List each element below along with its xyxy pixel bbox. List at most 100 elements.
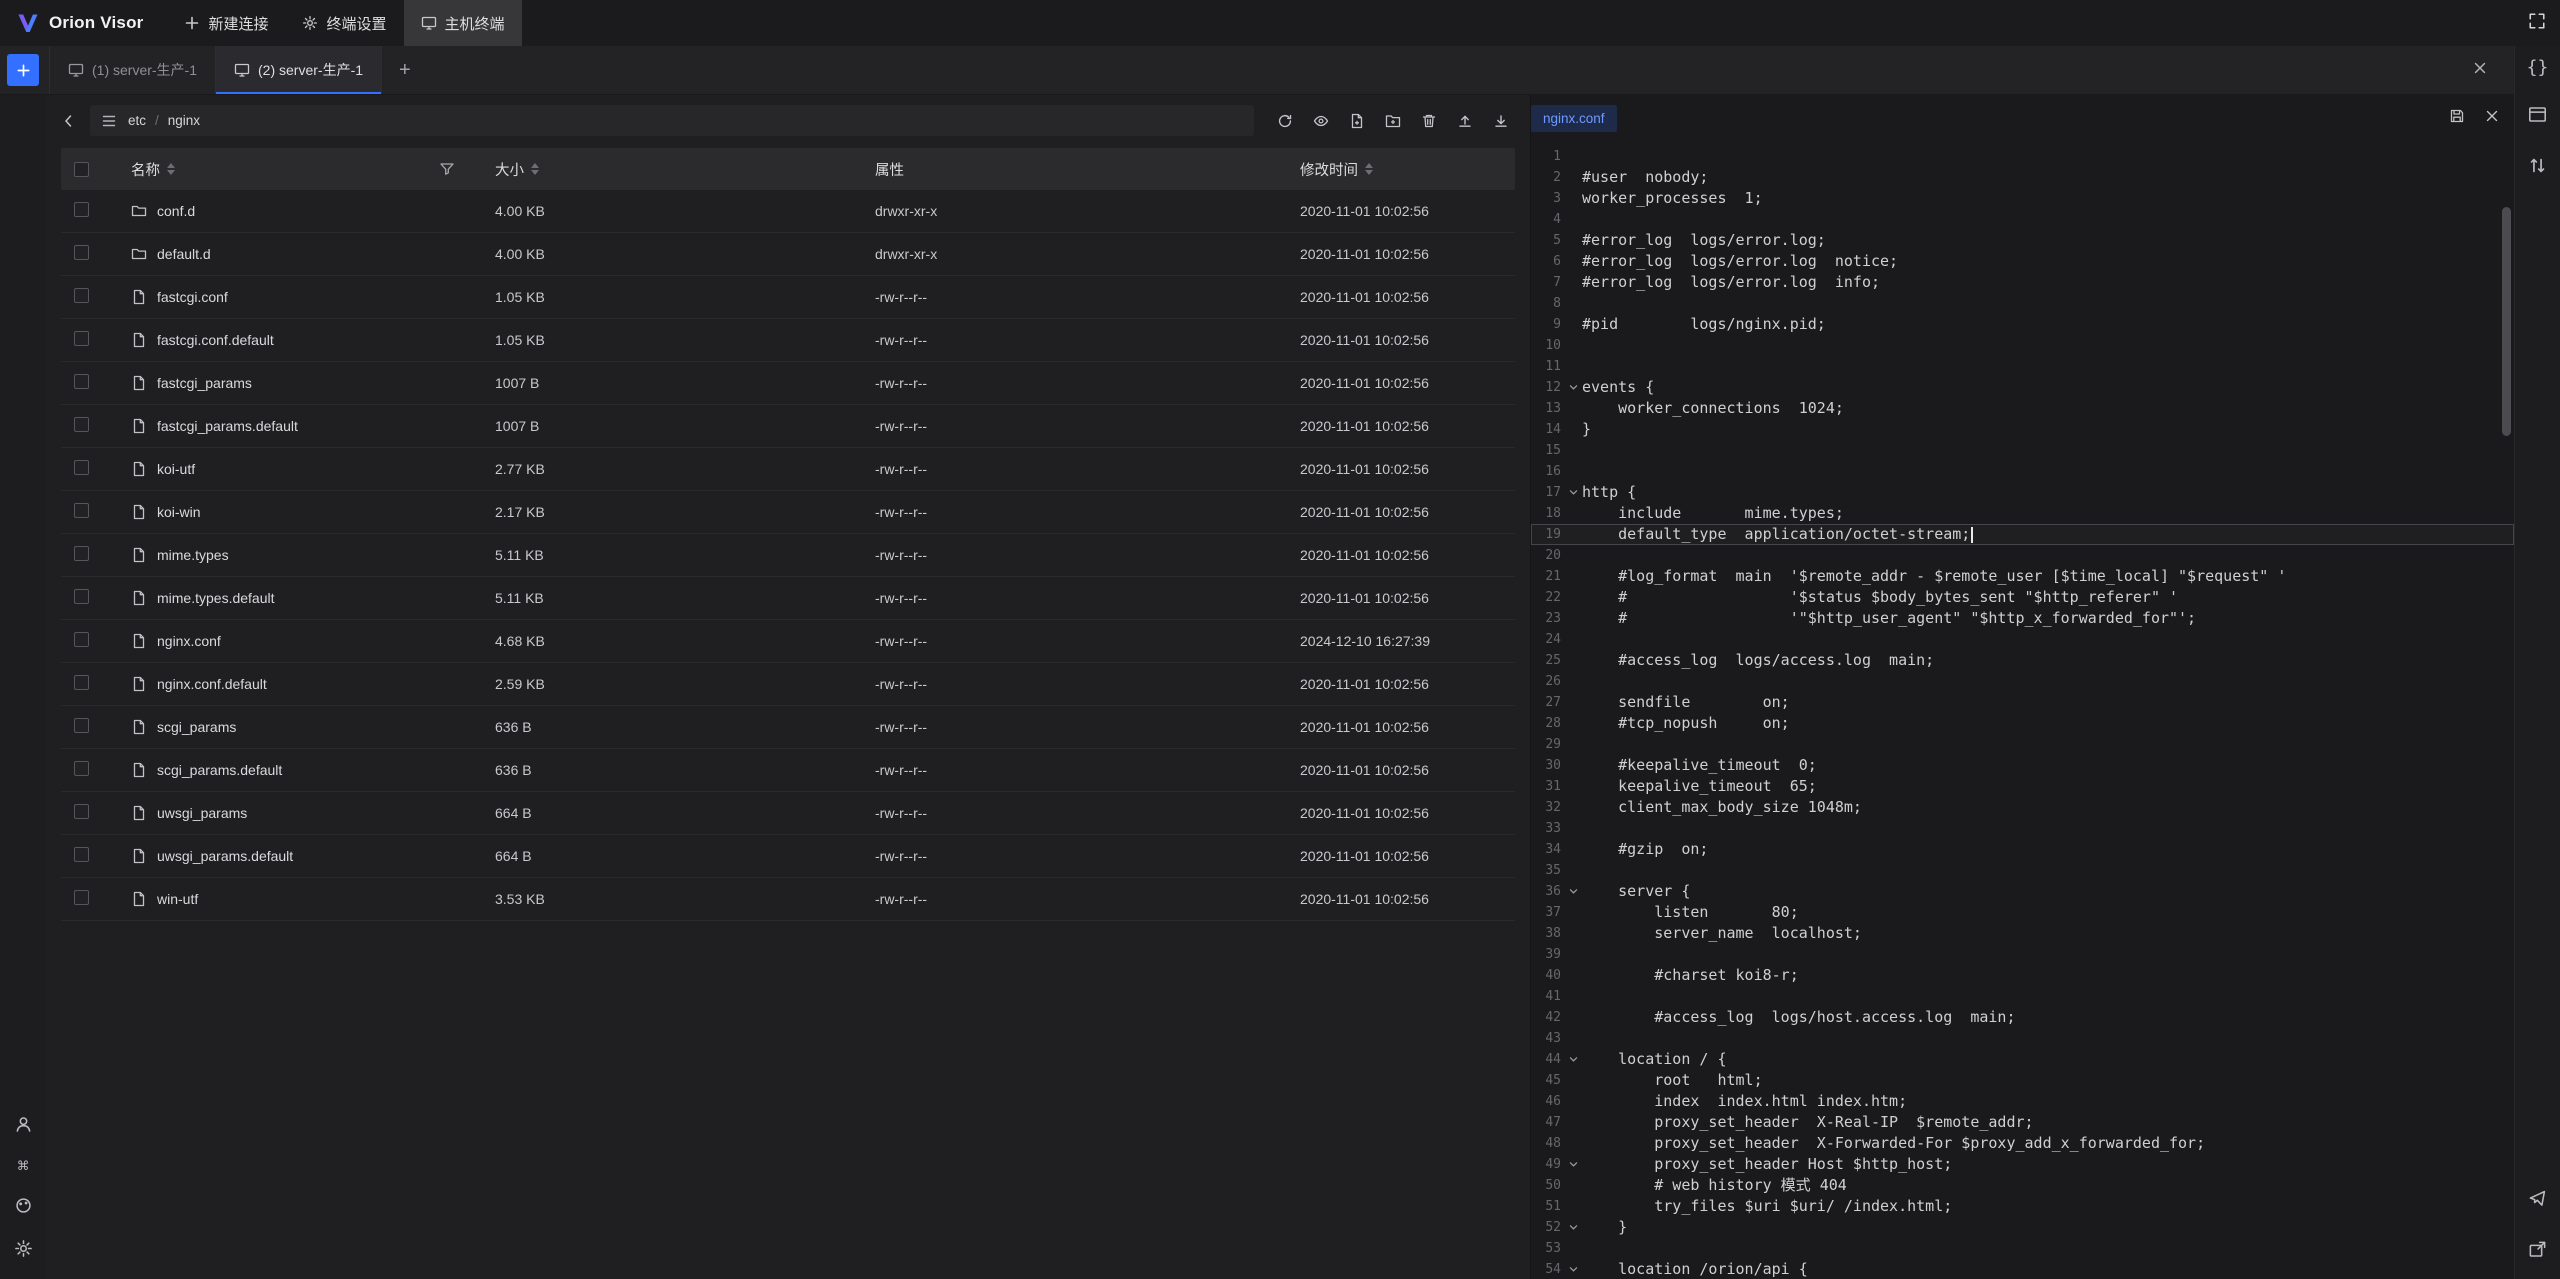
fold-chevron-icon[interactable] xyxy=(1565,487,1582,498)
code-line-24[interactable]: 24 xyxy=(1531,629,2514,650)
code-line-38[interactable]: 38 server_name localhost; xyxy=(1531,923,2514,944)
path-breadcrumb[interactable]: etc/nginx xyxy=(90,105,1254,136)
code-line-48[interactable]: 48 proxy_set_header X-Forwarded-For $pro… xyxy=(1531,1133,2514,1154)
session-tab-0[interactable]: (1) server-生产-1 xyxy=(49,46,216,94)
code-line-25[interactable]: 25 #access_log logs/access.log main; xyxy=(1531,650,2514,671)
fullscreen-button[interactable] xyxy=(2528,12,2546,35)
column-header-mtime[interactable]: 修改时间 xyxy=(1286,159,1515,180)
code-line-52[interactable]: 52 } xyxy=(1531,1217,2514,1238)
code-line-5[interactable]: 5#error_log logs/error.log; xyxy=(1531,230,2514,251)
fold-chevron-icon[interactable] xyxy=(1565,1264,1582,1275)
row-checkbox[interactable] xyxy=(74,331,89,346)
code-line-2[interactable]: 2#user nobody; xyxy=(1531,167,2514,188)
topbar-item-0[interactable]: 新建连接 xyxy=(167,0,285,46)
code-line-23[interactable]: 23 # '"$http_user_agent" "$http_x_forwar… xyxy=(1531,608,2514,629)
code-line-11[interactable]: 11 xyxy=(1531,356,2514,377)
code-line-36[interactable]: 36 server { xyxy=(1531,881,2514,902)
code-line-35[interactable]: 35 xyxy=(1531,860,2514,881)
code-line-21[interactable]: 21 #log_format main '$remote_addr - $rem… xyxy=(1531,566,2514,587)
code-line-9[interactable]: 9#pid logs/nginx.pid; xyxy=(1531,314,2514,335)
column-header-name[interactable]: 名称 xyxy=(117,159,481,180)
code-line-7[interactable]: 7#error_log logs/error.log info; xyxy=(1531,272,2514,293)
code-line-1[interactable]: 1 xyxy=(1531,146,2514,167)
refresh-button[interactable] xyxy=(1270,106,1299,135)
file-row[interactable]: fastcgi.conf1.05 KB-rw-r--r--2020-11-01 … xyxy=(61,276,1515,319)
code-line-42[interactable]: 42 #access_log logs/host.access.log main… xyxy=(1531,1007,2514,1028)
row-checkbox[interactable] xyxy=(74,374,89,389)
row-checkbox[interactable] xyxy=(74,288,89,303)
code-line-27[interactable]: 27 sendfile on; xyxy=(1531,692,2514,713)
fold-chevron-icon[interactable] xyxy=(1565,382,1582,393)
file-row[interactable]: default.d4.00 KBdrwxr-xr-x2020-11-01 10:… xyxy=(61,233,1515,276)
code-line-16[interactable]: 16 xyxy=(1531,461,2514,482)
code-line-10[interactable]: 10 xyxy=(1531,335,2514,356)
fold-chevron-icon[interactable] xyxy=(1565,1222,1582,1233)
code-line-43[interactable]: 43 xyxy=(1531,1028,2514,1049)
code-line-49[interactable]: 49 proxy_set_header Host $http_host; xyxy=(1531,1154,2514,1175)
code-line-15[interactable]: 15 xyxy=(1531,440,2514,461)
sort-carets-icon[interactable] xyxy=(531,163,539,175)
row-checkbox[interactable] xyxy=(74,245,89,260)
file-row[interactable]: fastcgi.conf.default1.05 KB-rw-r--r--202… xyxy=(61,319,1515,362)
code-line-40[interactable]: 40 #charset koi8-r; xyxy=(1531,965,2514,986)
code-line-45[interactable]: 45 root html; xyxy=(1531,1070,2514,1091)
filter-icon[interactable] xyxy=(439,161,455,177)
new-session-button[interactable] xyxy=(7,54,39,86)
new-folder-button[interactable] xyxy=(1378,106,1407,135)
file-row[interactable]: conf.d4.00 KBdrwxr-xr-x2020-11-01 10:02:… xyxy=(61,190,1515,233)
row-checkbox[interactable] xyxy=(74,890,89,905)
file-row[interactable]: scgi_params.default636 B-rw-r--r--2020-1… xyxy=(61,749,1515,792)
file-row[interactable]: nginx.conf4.68 KB-rw-r--r--2024-12-10 16… xyxy=(61,620,1515,663)
code-line-31[interactable]: 31 keepalive_timeout 65; xyxy=(1531,776,2514,797)
row-checkbox[interactable] xyxy=(74,804,89,819)
command-button[interactable]: ⌘ xyxy=(18,1158,29,1177)
row-checkbox[interactable] xyxy=(74,718,89,733)
code-line-33[interactable]: 33 xyxy=(1531,818,2514,839)
row-checkbox[interactable] xyxy=(74,503,89,518)
file-row[interactable]: nginx.conf.default2.59 KB-rw-r--r--2020-… xyxy=(61,663,1515,706)
user-button[interactable] xyxy=(14,1115,33,1139)
code-line-13[interactable]: 13 worker_connections 1024; xyxy=(1531,398,2514,419)
file-row[interactable]: mime.types.default5.11 KB-rw-r--r--2020-… xyxy=(61,577,1515,620)
code-line-19[interactable]: 19 default_type application/octet-stream… xyxy=(1531,524,2514,545)
back-button[interactable] xyxy=(56,108,82,134)
code-line-29[interactable]: 29 xyxy=(1531,734,2514,755)
code-line-53[interactable]: 53 xyxy=(1531,1238,2514,1259)
code-editor[interactable]: 12#user nobody;3worker_processes 1;45#er… xyxy=(1531,141,2514,1279)
new-file-button[interactable] xyxy=(1342,106,1371,135)
code-line-22[interactable]: 22 # '$status $body_bytes_sent "$http_re… xyxy=(1531,587,2514,608)
row-checkbox[interactable] xyxy=(74,417,89,432)
column-header-attr[interactable]: 属性 xyxy=(861,159,1286,180)
code-line-12[interactable]: 12events { xyxy=(1531,377,2514,398)
row-checkbox[interactable] xyxy=(74,202,89,217)
topbar-item-1[interactable]: 终端设置 xyxy=(285,0,403,46)
row-checkbox[interactable] xyxy=(74,847,89,862)
settings-button[interactable] xyxy=(14,1239,33,1263)
code-line-6[interactable]: 6#error_log logs/error.log notice; xyxy=(1531,251,2514,272)
code-line-4[interactable]: 4 xyxy=(1531,209,2514,230)
breadcrumb-segment[interactable]: nginx xyxy=(168,113,200,128)
sort-carets-icon[interactable] xyxy=(1365,163,1373,175)
code-line-30[interactable]: 30 #keepalive_timeout 0; xyxy=(1531,755,2514,776)
row-checkbox[interactable] xyxy=(74,546,89,561)
code-line-34[interactable]: 34 #gzip on; xyxy=(1531,839,2514,860)
close-panel-button[interactable] xyxy=(2472,60,2488,81)
send-button[interactable] xyxy=(2528,1189,2547,1213)
code-line-32[interactable]: 32 client_max_body_size 1048m; xyxy=(1531,797,2514,818)
session-tab-1[interactable]: (2) server-生产-1 xyxy=(216,46,382,94)
code-braces-button[interactable]: {} xyxy=(2527,59,2549,78)
file-row[interactable]: fastcgi_params.default1007 B-rw-r--r--20… xyxy=(61,405,1515,448)
file-row[interactable]: koi-win2.17 KB-rw-r--r--2020-11-01 10:02… xyxy=(61,491,1515,534)
sort-carets-icon[interactable] xyxy=(167,163,175,175)
code-line-51[interactable]: 51 try_files $uri $uri/ /index.html; xyxy=(1531,1196,2514,1217)
code-line-8[interactable]: 8 xyxy=(1531,293,2514,314)
code-line-37[interactable]: 37 listen 80; xyxy=(1531,902,2514,923)
save-button[interactable] xyxy=(2449,108,2465,129)
file-row[interactable]: uwsgi_params.default664 B-rw-r--r--2020-… xyxy=(61,835,1515,878)
close-editor-button[interactable] xyxy=(2484,108,2500,129)
theme-button[interactable] xyxy=(14,1196,33,1220)
topbar-item-2[interactable]: 主机终端 xyxy=(404,0,522,46)
transfer-button[interactable] xyxy=(2528,156,2547,180)
sftp-panel-button[interactable] xyxy=(2528,105,2547,129)
code-line-39[interactable]: 39 xyxy=(1531,944,2514,965)
